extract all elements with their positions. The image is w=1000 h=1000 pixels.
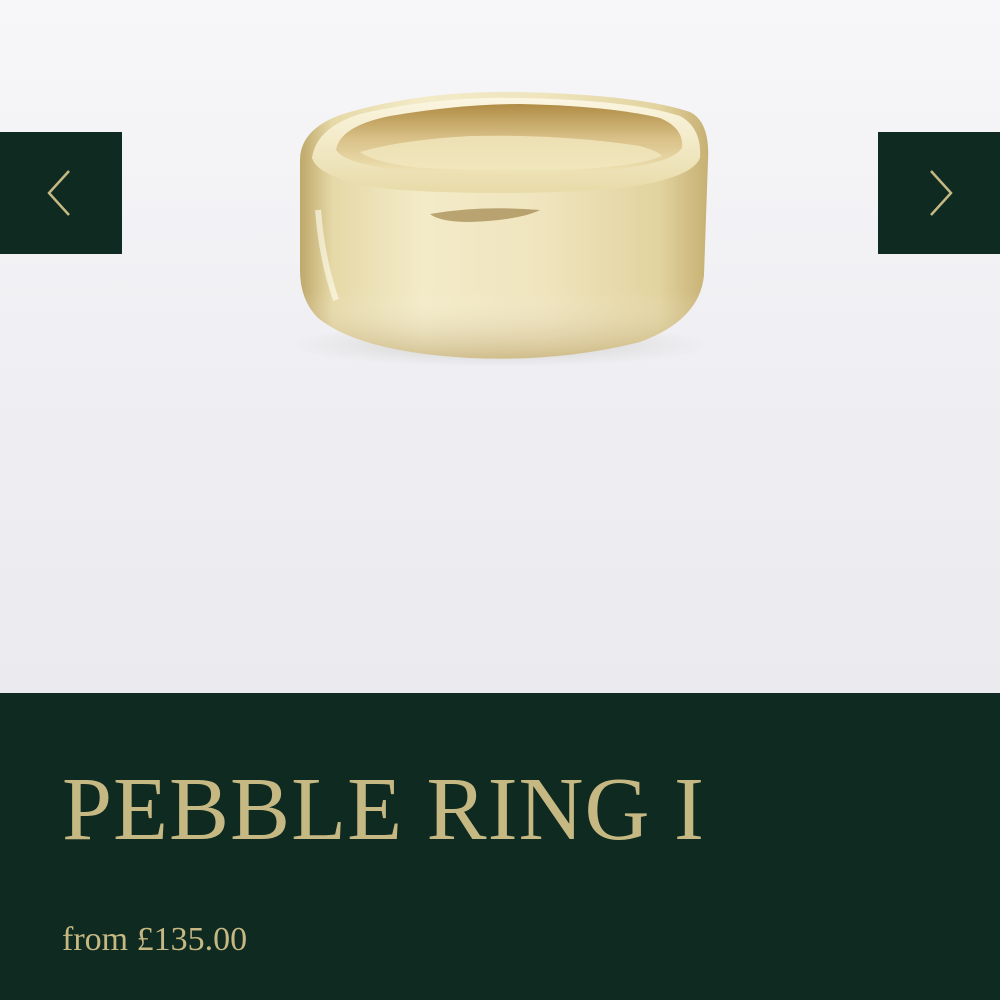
next-image-button[interactable]: [878, 132, 1000, 254]
product-info: PEBBLE RING I from £135.00: [0, 693, 1000, 1000]
product-page: PEBBLE RING I from £135.00: [0, 0, 1000, 1000]
product-title: PEBBLE RING I: [62, 760, 705, 859]
previous-image-button[interactable]: [0, 132, 122, 254]
product-gallery: [0, 0, 1000, 693]
product-image: [290, 91, 710, 367]
chevron-left-icon: [47, 170, 70, 216]
chevron-right-icon: [930, 170, 953, 216]
product-price: from £135.00: [62, 921, 248, 958]
